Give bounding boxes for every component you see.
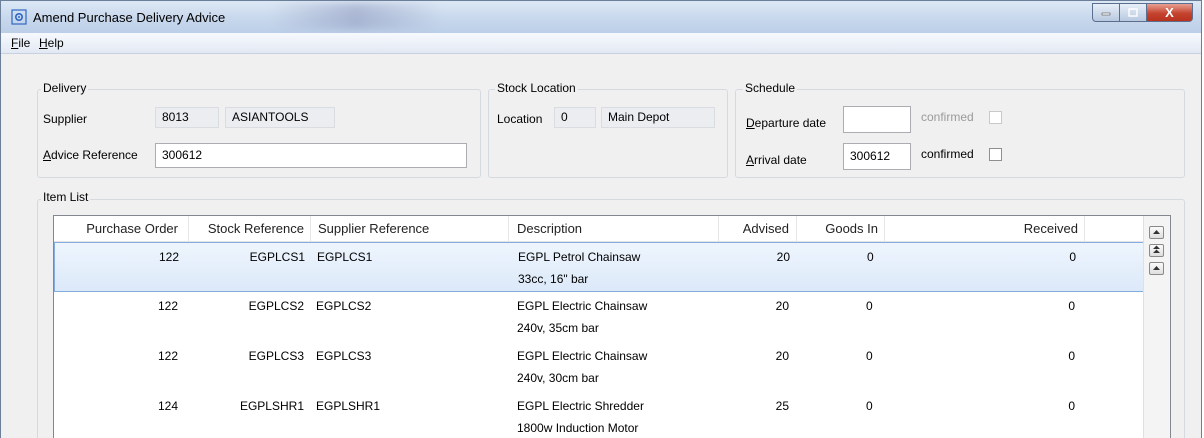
schedule-group-label: Schedule (743, 81, 798, 95)
table-row[interactable]: 122 EGPLCS1 EGPLCS1 EGPL Petrol Chainsaw… (54, 242, 1144, 292)
cell-advised: 25 (775, 399, 789, 413)
column-header-received[interactable]: Received (885, 216, 1085, 241)
cell-advised: 20 (775, 349, 789, 363)
table-row[interactable]: 124 EGPLSHR1 EGPLSHR1 EGPL Electric Shre… (54, 392, 1144, 438)
departure-date-label-rest: eparture date (754, 116, 827, 130)
arrival-confirmed-label: confirmed (921, 147, 974, 161)
scroll-top-button[interactable] (1149, 244, 1164, 257)
departure-confirmed-checkbox[interactable] (989, 111, 1002, 124)
cell-description-line1: EGPL Electric Chainsaw (517, 299, 648, 313)
cell-description-line1: EGPL Electric Chainsaw (517, 349, 648, 363)
item-list[interactable]: Purchase Order Stock Reference Supplier … (53, 215, 1171, 438)
arrival-confirmed-checkbox[interactable] (989, 148, 1002, 161)
minimize-button[interactable] (1092, 3, 1120, 22)
minimize-icon (1101, 12, 1111, 15)
column-header-supplier-reference[interactable]: Supplier Reference (311, 216, 509, 241)
vertical-scrollbar[interactable] (1143, 216, 1170, 438)
location-name-field: Main Depot (601, 107, 715, 128)
arrival-date-label-rest: rrival date (754, 153, 807, 167)
app-gear-icon (11, 9, 27, 25)
cell-purchase-order: 124 (157, 399, 178, 413)
advice-reference-label-rest: dvice Reference (51, 148, 138, 162)
cell-purchase-order: 122 (158, 250, 179, 264)
stock-location-group-label: Stock Location (495, 81, 578, 95)
cell-supplier-reference: EGPLCS1 (317, 250, 373, 264)
item-list-group-label: Item List (41, 190, 91, 204)
menu-file-rest: ile (18, 36, 31, 50)
arrival-date-input[interactable]: 300612 (843, 143, 911, 170)
cell-purchase-order: 122 (157, 349, 178, 363)
close-button[interactable]: X (1147, 3, 1193, 22)
location-code-field: 0 (554, 107, 596, 128)
cell-description-line2: 240v, 30cm bar (517, 371, 599, 385)
close-icon: X (1165, 5, 1174, 20)
stock-location-group (488, 89, 728, 178)
delivery-group-label: Delivery (41, 81, 89, 95)
supplier-name-field: ASIANTOOLS (225, 107, 335, 128)
cell-received: 0 (1068, 349, 1075, 363)
menu-bar: File Help (1, 33, 1201, 54)
menu-help-accel: H (39, 36, 48, 50)
maximize-button[interactable] (1120, 3, 1147, 22)
advice-reference-input[interactable]: 300612 (155, 143, 467, 168)
cell-description-line1: EGPL Electric Shredder (517, 399, 644, 413)
window-controls: X (1092, 3, 1193, 23)
cell-purchase-order: 122 (157, 299, 178, 313)
location-label: Location (497, 112, 543, 126)
scroll-up-small-icon (1153, 266, 1160, 270)
scroll-up-button[interactable] (1149, 226, 1164, 239)
cell-supplier-reference: EGPLCS3 (316, 349, 372, 363)
column-header-stock-reference[interactable]: Stock Reference (189, 216, 311, 241)
advice-reference-accel: A (43, 148, 52, 162)
title-bar[interactable]: Amend Purchase Delivery Advice X (1, 1, 1201, 33)
amend-purchase-delivery-advice-window: Amend Purchase Delivery Advice X File He… (0, 0, 1202, 438)
arrival-date-accel: A (746, 153, 755, 167)
cell-supplier-reference: EGPLSHR1 (316, 399, 381, 413)
arrival-date-label: Arrival date (746, 153, 807, 167)
cell-description-line2: 33cc, 16" bar (518, 272, 589, 286)
cell-description-line2: 240v, 35cm bar (517, 321, 599, 335)
scroll-top-icon (1153, 245, 1160, 253)
scroll-up-small-button[interactable] (1149, 262, 1164, 275)
cell-advised: 20 (775, 299, 789, 313)
background-blur (271, 3, 441, 29)
column-header-description[interactable]: Description (509, 216, 719, 241)
menu-help-rest: elp (47, 36, 64, 50)
advice-reference-label: Advice Reference (43, 148, 138, 162)
column-header-purchase-order[interactable]: Purchase Order (54, 216, 189, 241)
cell-received: 0 (1068, 299, 1075, 313)
supplier-code-field: 8013 (155, 107, 219, 128)
window-title: Amend Purchase Delivery Advice (33, 10, 226, 25)
column-header-goods-in[interactable]: Goods In (797, 216, 885, 241)
item-list-header: Purchase Order Stock Reference Supplier … (54, 216, 1144, 242)
departure-date-input[interactable] (843, 106, 911, 133)
cell-supplier-reference: EGPLCS2 (316, 299, 372, 313)
scroll-up-icon (1153, 230, 1160, 234)
menu-file[interactable]: File (11, 36, 30, 50)
table-row[interactable]: 122 EGPLCS3 EGPLCS3 EGPL Electric Chains… (54, 342, 1144, 392)
cell-received: 0 (1069, 250, 1076, 264)
table-row[interactable]: 122 EGPLCS2 EGPLCS2 EGPL Electric Chains… (54, 292, 1144, 342)
cell-stock-reference: EGPLCS3 (248, 349, 304, 363)
maximize-icon (1128, 8, 1138, 17)
cell-stock-reference: EGPLCS1 (249, 250, 305, 264)
cell-received: 0 (1068, 399, 1075, 413)
departure-date-label: Departure date (746, 116, 826, 130)
departure-date-accel: D (746, 116, 755, 130)
supplier-label: Supplier (43, 112, 88, 126)
column-header-advised[interactable]: Advised (719, 216, 797, 241)
cell-stock-reference: EGPLSHR1 (239, 399, 304, 413)
cell-description-line1: EGPL Petrol Chainsaw (518, 250, 641, 264)
cell-advised: 20 (776, 250, 790, 264)
departure-confirmed-label: confirmed (921, 110, 974, 124)
cell-description-line2: 1800w Induction Motor (517, 421, 639, 435)
cell-stock-reference: EGPLCS2 (248, 299, 304, 313)
menu-help[interactable]: Help (39, 36, 64, 50)
